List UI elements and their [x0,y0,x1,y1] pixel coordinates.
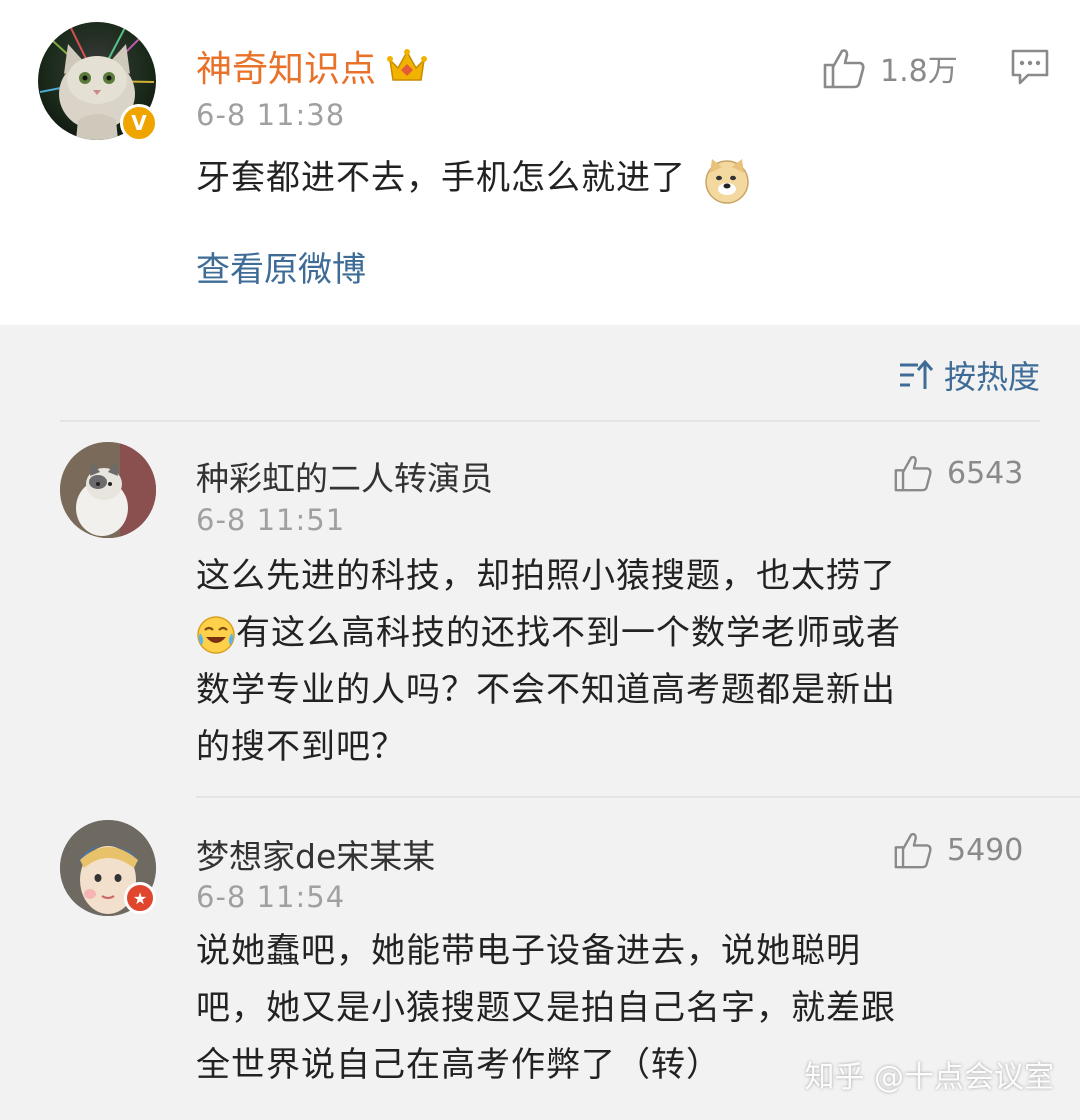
comment-text-line: 这么先进的科技，却拍照小猿搜题，也太捞了 [196,556,896,596]
laugh-cry-emoji-icon [197,615,235,654]
comment-text-line-2: 有这么高科技的还找不到一个数学老师或者 [196,605,901,662]
comment-text-line: 吧，她又是小猿搜题又是拍自己名字，就差跟 [196,988,896,1028]
comment-like-button[interactable]: 5490 [893,831,1023,869]
vip-crown-icon [387,49,428,81]
post-author-avatar[interactable]: V [38,22,158,142]
sort-label: 按热度 [943,358,1040,396]
thumbs-up-icon [894,455,932,492]
post-author-name[interactable]: 神奇知识点 [196,40,428,92]
comment-like-count: 5490 [947,832,1024,868]
comment-timestamp: 6-8 11:51 [196,503,346,537]
divider-top [60,420,1040,422]
post-timestamp: 6-8 11:38 [196,98,346,132]
comment-text-line: 全世界说自己在高考作弊了（转） [196,1045,721,1085]
post-like-button[interactable]: 1.8万 [822,46,958,90]
sort-icon [899,359,934,389]
thumbs-up-icon [894,832,932,869]
comment-avatar[interactable] [60,442,156,538]
comment-like-count: 6543 [947,455,1024,491]
comment-text: 说她蠢吧，她能带电子设备进去，说她聪明 吧，她又是小猿搜题又是拍自己名字，就差跟… [196,923,896,1094]
sort-by-hot-button[interactable]: 按热度 [898,352,1040,398]
comment-timestamp: 6-8 11:54 [196,880,346,914]
thumbs-up-icon [823,49,865,89]
doge-emoji-icon [705,158,749,204]
comment-author-name[interactable]: 种彩虹的二人转演员 [196,452,493,500]
comment-avatar[interactable]: ★ [60,820,156,916]
comment-text-line: 数学专业的人吗？不会不知道高考题都是新出 [196,670,896,710]
post-author-name-text: 神奇知识点 [196,49,377,90]
post-text-content: 牙套都进不去，手机怎么就进了 [196,158,686,198]
comment-text-line: 的搜不到吧？ [196,727,406,767]
zhihu-watermark: 知乎 @十点会议室 [804,1060,1054,1095]
view-original-link[interactable]: 查看原微博 [196,242,366,291]
original-post: V 神奇知识点 6-8 11:38 1.8万 牙套都进不去，手机怎么就进了 查看… [0,0,1080,325]
post-text: 牙套都进不去，手机怎么就进了 [196,150,752,207]
comment-text: 这么先进的科技，却拍照小猿搜题，也太捞了 有这么高科技的还找不到一个数学老师或者… [196,548,901,776]
verified-badge-icon: V [120,104,158,142]
divider-comments [196,796,1080,798]
comment-icon[interactable] [1010,48,1050,86]
comment-text-line: 说她蠢吧，她能带电子设备进去，说她聪明 [196,931,861,971]
member-badge-icon: ★ [124,882,156,914]
comment-like-button[interactable]: 6543 [893,454,1023,492]
comment-author-name[interactable]: 梦想家de宋某某 [196,830,435,878]
post-like-count: 1.8万 [880,54,958,89]
